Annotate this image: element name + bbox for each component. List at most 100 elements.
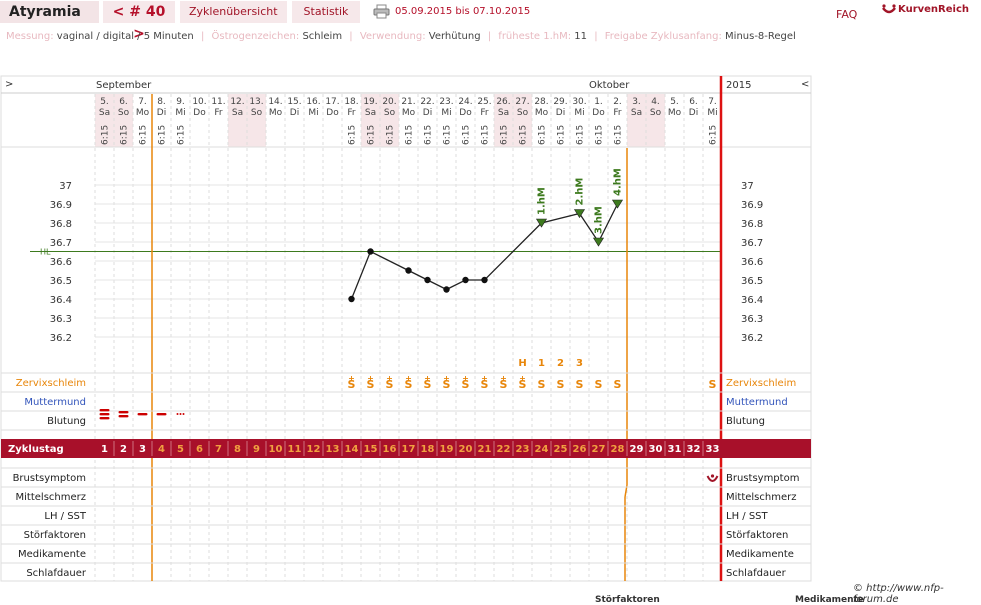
day-date: 16.	[306, 97, 320, 107]
day-weekday: So	[517, 108, 529, 118]
cycle-day-number: 20	[459, 444, 473, 455]
day-date: 2.	[613, 97, 622, 107]
day-date: 12.	[230, 97, 244, 107]
bleeding-bar	[118, 415, 129, 418]
mucus-symbol: S	[348, 378, 356, 391]
year-label: 2015	[726, 80, 751, 91]
mucus-count-marker: 3	[576, 358, 583, 369]
day-weekday: Mi	[574, 108, 584, 118]
mucus-symbol: S	[595, 378, 603, 391]
y-tick-left: 36.3	[50, 314, 72, 325]
day-date: 7.	[138, 97, 147, 107]
day-time: 6:15	[595, 125, 605, 145]
day-time: 6:15	[481, 125, 491, 145]
mucus-symbol: S	[481, 378, 489, 391]
y-tick-left: 36.5	[50, 276, 72, 287]
row-label-right: Blutung	[726, 416, 765, 427]
row-label-right: Muttermund	[726, 397, 788, 408]
coverline-label: HL	[40, 248, 51, 257]
row-label-right: Störfaktoren	[726, 530, 788, 541]
row-label-left: Muttermund	[24, 397, 86, 408]
day-weekday: So	[650, 108, 662, 118]
cycle-day-number: 24	[535, 444, 549, 455]
day-weekday: Mo	[136, 108, 150, 118]
day-date: 22.	[420, 97, 434, 107]
day-date: 9.	[176, 97, 185, 107]
high-temp-label: 4.hM	[613, 168, 624, 196]
cycle-day-number: 25	[554, 444, 568, 455]
cycle-day-number: 30	[649, 444, 663, 455]
cycle-day-number: 26	[573, 444, 587, 455]
cycle-day-number: 28	[611, 444, 625, 455]
cycle-day-number: 33	[706, 444, 720, 455]
day-time: 6:15	[405, 125, 415, 145]
day-date: 6.	[119, 97, 128, 107]
bleeding-spot	[179, 413, 182, 415]
day-time: 6:15	[538, 125, 548, 145]
row-label-right: Schlafdauer	[726, 568, 787, 579]
day-weekday: Fr	[347, 108, 356, 118]
day-weekday: Mo	[402, 108, 416, 118]
day-date: 25.	[477, 97, 491, 107]
day-date: 23.	[439, 97, 453, 107]
day-date: 29.	[553, 97, 567, 107]
day-weekday: Di	[689, 108, 698, 118]
day-weekday: Sa	[99, 108, 110, 118]
y-tick-right: 36.4	[741, 295, 763, 306]
y-tick-right: 36.9	[741, 200, 763, 211]
cycle-day-number: 14	[345, 444, 359, 455]
day-date: 14.	[268, 97, 282, 107]
cycle-day-number: 10	[269, 444, 283, 455]
mucus-symbol: S	[557, 378, 565, 391]
row-label-left: Mittelschmerz	[16, 492, 86, 503]
day-time: 6:15	[367, 125, 377, 145]
cycle-day-number: 23	[516, 444, 530, 455]
high-temp-label: 1.hM	[537, 187, 548, 215]
cycle-day-number: 2	[120, 444, 127, 455]
day-weekday: Do	[326, 108, 339, 118]
cycle-day-number: 8	[234, 444, 241, 455]
day-weekday: Do	[592, 108, 605, 118]
row-label-right: Medikamente	[726, 549, 794, 560]
bleeding-bar	[156, 413, 167, 416]
day-time: 6:15	[120, 125, 130, 145]
day-time: 6:15	[101, 125, 111, 145]
mucus-symbol: S	[576, 378, 584, 391]
day-weekday: So	[384, 108, 396, 118]
day-weekday: Do	[193, 108, 206, 118]
cycle-day-number: 12	[307, 444, 321, 455]
cycle-day-number: 6	[196, 444, 203, 455]
row-label-right: LH / SST	[726, 511, 769, 522]
row-label-right: Brustsymptom	[726, 473, 799, 484]
month-label-start: September	[96, 80, 152, 91]
day-date: 10.	[192, 97, 206, 107]
day-weekday: Fr	[613, 108, 622, 118]
day-weekday: Di	[556, 108, 565, 118]
cycle-day-number: 19	[440, 444, 454, 455]
day-weekday: Fr	[214, 108, 223, 118]
day-time: 6:15	[443, 125, 453, 145]
day-date: 15.	[287, 97, 301, 107]
day-time: 6:15	[709, 125, 719, 145]
cycle-chart: > September Oktober 2015 <5.Sa6:156.So6:157.…	[0, 75, 812, 582]
day-weekday: Sa	[498, 108, 509, 118]
bleeding-bar	[99, 417, 110, 420]
row-label-left: Brustsymptom	[13, 473, 86, 484]
day-time: 6:15	[139, 125, 149, 145]
day-time: 6:15	[158, 125, 168, 145]
day-time: 6:15	[348, 125, 358, 145]
temp-point	[443, 286, 450, 293]
mucus-symbol: S	[443, 378, 451, 391]
mucus-symbol: S	[367, 378, 375, 391]
day-date: 26.	[496, 97, 510, 107]
bleeding-bar	[118, 411, 129, 414]
day-time: 6:15	[177, 125, 187, 145]
row-label-left: Schlafdauer	[26, 568, 87, 579]
day-time: 6:15	[519, 125, 529, 145]
day-date: 8.	[157, 97, 166, 107]
cycle-day-number: 22	[497, 444, 511, 455]
day-date: 4.	[651, 97, 660, 107]
mucus-symbol: S	[519, 378, 527, 391]
day-time: 6:15	[462, 125, 472, 145]
y-tick-left: 36.7	[50, 238, 72, 249]
